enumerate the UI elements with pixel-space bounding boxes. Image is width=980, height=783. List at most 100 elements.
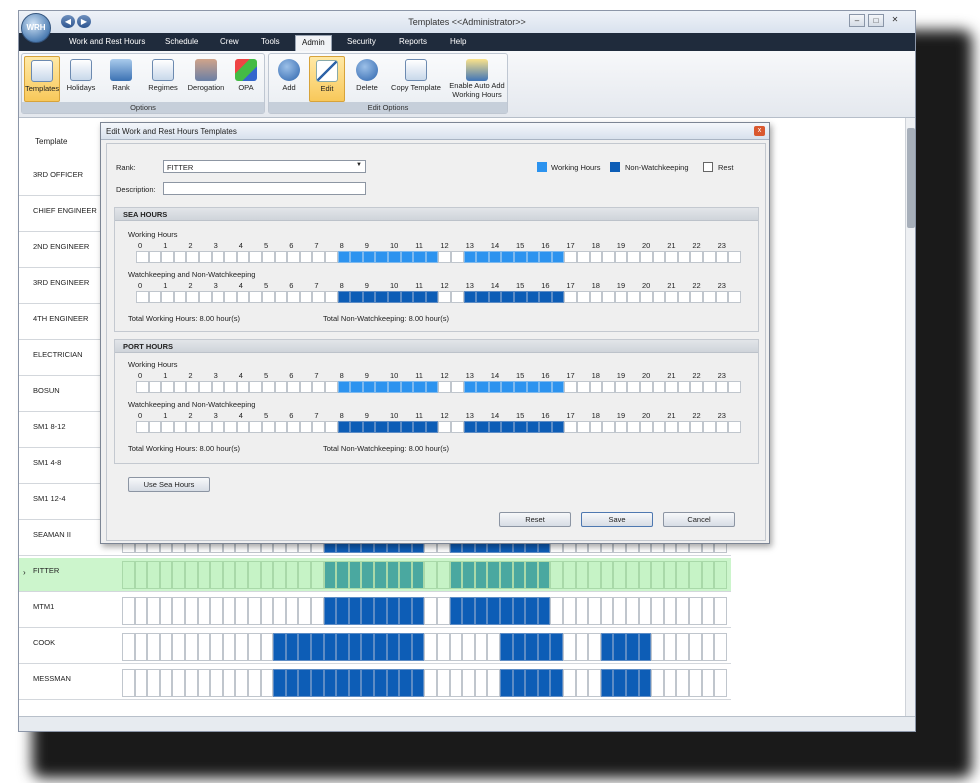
schedule-cell[interactable] (462, 633, 475, 661)
half-hour-cell[interactable] (388, 291, 401, 303)
half-hour-cell[interactable] (186, 421, 199, 433)
schedule-cell[interactable] (197, 669, 211, 697)
half-hour-cell[interactable] (652, 291, 666, 303)
half-hour-cell[interactable] (425, 421, 439, 433)
schedule-cell[interactable] (311, 597, 324, 625)
half-hour-cell[interactable] (274, 381, 288, 393)
schedule-cell[interactable] (474, 561, 488, 589)
half-hour-cell[interactable] (350, 291, 363, 303)
schedule-cell[interactable] (147, 561, 160, 589)
half-hour-cell[interactable] (186, 291, 199, 303)
half-hour-cell[interactable] (665, 381, 678, 393)
half-hour-cell[interactable] (148, 381, 162, 393)
half-hour-cell[interactable] (236, 291, 250, 303)
half-hour-cell[interactable] (451, 421, 464, 433)
schedule-cell[interactable] (651, 597, 664, 625)
half-hour-cell[interactable] (677, 381, 691, 393)
schedule-cell[interactable] (185, 561, 198, 589)
half-hour-cell[interactable] (501, 421, 514, 433)
half-hour-cell[interactable] (161, 421, 174, 433)
schedule-cell[interactable] (273, 633, 286, 661)
half-hour-cell[interactable] (299, 251, 313, 263)
half-hour-cell[interactable] (274, 291, 288, 303)
schedule-cell[interactable] (323, 633, 337, 661)
half-hour-cell[interactable] (614, 291, 628, 303)
schedule-cell[interactable] (197, 633, 211, 661)
half-hour-cell[interactable] (602, 251, 615, 263)
schedule-cell[interactable] (651, 633, 664, 661)
half-hour-cell[interactable] (425, 251, 439, 263)
schedule-cell[interactable] (575, 633, 589, 661)
half-hour-cell[interactable] (299, 291, 313, 303)
half-hour-cell[interactable] (627, 291, 640, 303)
half-hour-cell[interactable] (199, 291, 212, 303)
schedule-cell[interactable] (613, 633, 626, 661)
half-hour-cell[interactable] (451, 291, 464, 303)
schedule-cell[interactable] (159, 669, 173, 697)
half-hour-cell[interactable] (262, 251, 275, 263)
schedule-cell[interactable] (248, 597, 261, 625)
half-hour-cell[interactable] (400, 251, 414, 263)
half-hour-cell[interactable] (375, 381, 388, 393)
half-hour-cell[interactable] (173, 251, 187, 263)
half-hour-cell[interactable] (136, 251, 149, 263)
half-hour-cell[interactable] (640, 291, 653, 303)
half-hour-cell[interactable] (589, 251, 603, 263)
schedule-cell[interactable] (361, 669, 374, 697)
half-hour-cell[interactable] (161, 291, 174, 303)
schedule-cell[interactable] (122, 669, 135, 697)
half-hour-cell[interactable] (715, 251, 729, 263)
half-hour-cell[interactable] (262, 381, 275, 393)
half-hour-cell[interactable] (425, 381, 439, 393)
half-hour-cell[interactable] (690, 421, 703, 433)
half-hour-cell[interactable] (211, 251, 225, 263)
half-hour-cell[interactable] (287, 381, 300, 393)
half-hour-cell[interactable] (173, 291, 187, 303)
schedule-cell[interactable] (663, 633, 677, 661)
half-hour-cell[interactable] (148, 421, 162, 433)
half-hour-cell[interactable] (413, 381, 426, 393)
schedule-cell[interactable] (248, 561, 261, 589)
schedule-cell[interactable] (588, 561, 601, 589)
schedule-cell[interactable] (525, 561, 538, 589)
half-hour-cell[interactable] (299, 381, 313, 393)
half-hour-cell[interactable] (224, 251, 237, 263)
schedule-cell[interactable] (361, 561, 374, 589)
schedule-cell[interactable] (689, 561, 702, 589)
half-hour-cell[interactable] (186, 381, 199, 393)
schedule-cell[interactable] (122, 561, 135, 589)
half-hour-cell[interactable] (400, 421, 414, 433)
schedule-cell[interactable] (537, 597, 551, 625)
half-hour-cell[interactable] (703, 381, 716, 393)
half-hour-cell[interactable] (652, 251, 666, 263)
half-hour-cell[interactable] (476, 421, 489, 433)
schedule-cell[interactable] (348, 669, 362, 697)
schedule-cell[interactable] (626, 561, 639, 589)
schedule-cell[interactable] (638, 597, 652, 625)
half-hour-cell[interactable] (413, 251, 426, 263)
schedule-cell[interactable] (285, 561, 299, 589)
schedule-cell[interactable] (487, 561, 500, 589)
schedule-cell[interactable] (374, 633, 387, 661)
half-hour-cell[interactable] (173, 381, 187, 393)
half-hour-cell[interactable] (564, 381, 577, 393)
schedule-cell[interactable] (550, 669, 563, 697)
schedule-cell[interactable] (512, 561, 526, 589)
enable-auto-add-button[interactable]: Enable Auto Add Working Hours (447, 56, 507, 102)
schedule-cell[interactable] (512, 597, 526, 625)
half-hour-cell[interactable] (602, 381, 615, 393)
schedule-cell[interactable] (525, 597, 538, 625)
half-hour-cell[interactable] (400, 381, 414, 393)
schedule-cell[interactable] (311, 561, 324, 589)
half-hour-cell[interactable] (501, 291, 514, 303)
menu-crew[interactable]: Crew (214, 35, 245, 51)
schedule-cell[interactable] (336, 669, 349, 697)
half-hour-cell[interactable] (677, 251, 691, 263)
table-row[interactable]: MTM1 (19, 594, 731, 628)
half-hour-cell[interactable] (274, 421, 288, 433)
half-hour-cell[interactable] (589, 291, 603, 303)
half-hour-cell[interactable] (476, 251, 489, 263)
half-hour-cell[interactable] (577, 381, 590, 393)
schedule-cell[interactable] (512, 669, 526, 697)
schedule-cell[interactable] (336, 597, 349, 625)
